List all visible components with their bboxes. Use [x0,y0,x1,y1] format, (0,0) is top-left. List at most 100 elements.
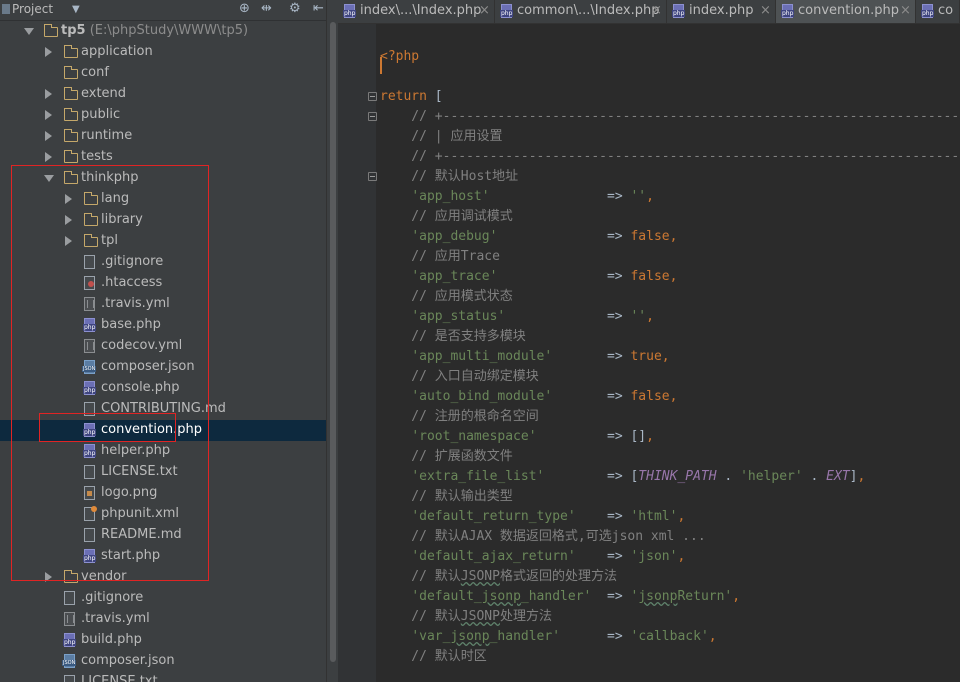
tree-item[interactable]: application [0,42,326,63]
editor-tab[interactable]: co [916,0,960,23]
code-line[interactable]: // | 应用设置 [380,127,502,147]
tree-item[interactable]: composer.json [0,651,326,672]
hide-panel-icon[interactable]: ⇤ [313,1,324,17]
code-line[interactable]: 'auto_bind_module' => false, [380,387,677,407]
code-line[interactable]: 'app_status' => '', [380,307,654,327]
code-line[interactable]: // 默认输出类型 [380,487,513,507]
tree-item[interactable]: .htaccess [0,273,326,294]
project-view-icon[interactable] [2,4,10,14]
code-line[interactable]: // 注册的根命名空间 [380,407,539,427]
project-scrollbar[interactable] [326,0,338,682]
editor-tab[interactable]: index\...\Index.php× [338,0,495,23]
tree-item[interactable]: tests [0,147,326,168]
collapse-arrow-icon[interactable] [45,47,52,57]
tree-item[interactable]: build.php [0,630,326,651]
code-line[interactable]: // 默认JSONP处理方法 [380,607,552,627]
tree-item[interactable]: CONTRIBUTING.md [0,399,326,420]
gear-icon[interactable]: ⚙ [289,1,301,17]
code-line[interactable]: // 应用模式状态 [380,287,513,307]
tree-item[interactable]: convention.php [0,420,326,441]
tree-item[interactable]: logo.png [0,483,326,504]
php-file-icon [83,549,97,563]
tree-item[interactable]: base.php [0,315,326,336]
tree-item-name: base.php [101,317,161,332]
code-line[interactable]: 'default_return_type' => 'html', [380,507,685,527]
code-line[interactable]: 'extra_file_list' => [THINK_PATH . 'help… [380,467,865,487]
code-token: // 应用Trace [380,249,500,264]
tree-item[interactable]: vendor [0,567,326,588]
tree-item[interactable]: thinkphp [0,168,326,189]
code-line[interactable]: // 默认Host地址 [380,167,518,187]
tree-item[interactable]: phpunit.xml [0,504,326,525]
editor-tab[interactable]: index.php × [667,0,776,23]
code-line[interactable]: 'root_namespace' => [], [380,427,654,447]
code-line[interactable]: 'var_jsonp_handler' => 'callback', [380,627,716,647]
fold-marker-icon[interactable] [368,112,377,121]
tree-item[interactable]: .travis.yml [0,609,326,630]
code-line[interactable]: // +------------------------------------… [380,107,960,127]
code-line[interactable]: // 入口自动绑定模块 [380,367,539,387]
tree-item[interactable]: tpl [0,231,326,252]
expand-arrow-icon[interactable] [44,175,54,182]
project-panel-title[interactable]: Project [12,2,53,16]
collapse-arrow-icon[interactable] [45,131,52,141]
code-line[interactable]: // 默认JSONP格式返回的处理方法 [380,567,617,587]
code-line[interactable]: // 应用调试模式 [380,207,513,227]
code-line[interactable]: 'default_ajax_return' => 'json', [380,547,685,567]
code-editor[interactable]: index\...\Index.php×common\...\Index.php… [338,0,960,682]
close-tab-icon[interactable]: × [900,3,911,18]
tree-item[interactable]: tp5 (E:\phpStudy\WWW\tp5) [0,21,326,42]
editor-tab[interactable]: common\...\Index.php× [495,0,667,23]
tree-item[interactable]: composer.json [0,357,326,378]
tree-item[interactable]: extend [0,84,326,105]
code-line[interactable]: 'app_host' => '', [380,187,654,207]
code-line[interactable]: // +------------------------------------… [380,147,960,167]
collapse-arrow-icon[interactable] [45,572,52,582]
dropdown-chevron-icon[interactable]: ▼ [72,2,80,18]
code-line[interactable]: 'app_debug' => false, [380,227,677,247]
tree-item[interactable]: codecov.yml [0,336,326,357]
tree-item[interactable]: .gitignore [0,252,326,273]
code-line[interactable]: <?php [380,47,419,67]
fold-marker-icon[interactable] [368,92,377,101]
close-tab-icon[interactable]: × [479,3,490,18]
collapse-arrow-icon[interactable] [65,215,72,225]
collapse-all-icon[interactable]: ⇹ [261,1,272,17]
collapse-arrow-icon[interactable] [65,236,72,246]
tree-item[interactable]: .travis.yml [0,294,326,315]
close-tab-icon[interactable]: × [760,3,771,18]
collapse-arrow-icon[interactable] [45,152,52,162]
fold-marker-icon[interactable] [368,172,377,181]
code-line[interactable]: // 应用Trace [380,247,500,267]
code-line[interactable]: // 默认AJAX 数据返回格式,可选json xml ... [380,527,705,547]
code-line[interactable]: // 扩展函数文件 [380,447,513,467]
tree-item[interactable]: LICENSE.txt [0,462,326,483]
code-line[interactable]: // 是否支持多模块 [380,327,526,347]
close-tab-icon[interactable]: × [651,3,662,18]
code-line[interactable]: 'app_trace' => false, [380,267,677,287]
project-scrollbar-thumb[interactable] [330,22,336,662]
code-line[interactable]: // 默认时区 [380,647,487,667]
tree-item[interactable]: console.php [0,378,326,399]
tree-item[interactable]: lang [0,189,326,210]
collapse-arrow-icon[interactable] [45,110,52,120]
code-line[interactable]: 'default_jsonp_handler' => 'jsonpReturn'… [380,587,740,607]
tree-item[interactable]: runtime [0,126,326,147]
yml-file-icon [84,297,95,311]
locate-file-icon[interactable]: ⊕ [239,1,250,17]
tree-item[interactable]: public [0,105,326,126]
editor-tab[interactable]: convention.php× [776,0,916,23]
collapse-arrow-icon[interactable] [45,89,52,99]
tree-item[interactable]: start.php [0,546,326,567]
tree-item[interactable]: conf [0,63,326,84]
collapse-arrow-icon[interactable] [65,194,72,204]
tree-item[interactable]: .gitignore [0,588,326,609]
tree-item[interactable]: library [0,210,326,231]
tree-item[interactable]: LICENSE.txt [0,672,326,682]
tree-item[interactable]: helper.php [0,441,326,462]
tree-item[interactable]: README.md [0,525,326,546]
code-line[interactable]: return [ [380,87,443,107]
code-line[interactable]: 'app_multi_module' => true, [380,347,669,367]
expand-arrow-icon[interactable] [24,28,34,35]
